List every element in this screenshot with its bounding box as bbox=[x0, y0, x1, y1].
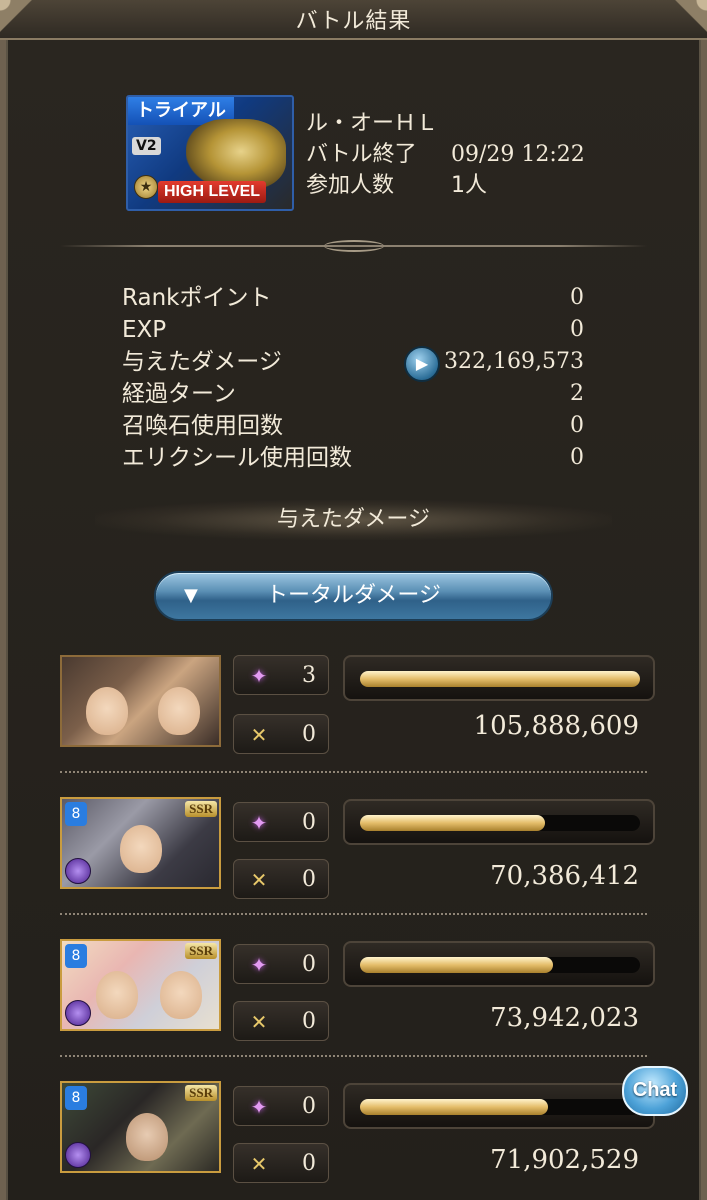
ougi-count: 0 bbox=[302, 1009, 316, 1034]
stat-row-elixir-uses: エリクシール使用回数 0 bbox=[122, 442, 584, 474]
damage-bar bbox=[343, 941, 655, 987]
character-portrait[interactable]: 8 SSR bbox=[60, 797, 221, 889]
ability-count: 0 bbox=[302, 810, 316, 835]
ability-count-box: ✦ 0 bbox=[233, 1086, 329, 1126]
stat-row-exp: EXP 0 bbox=[122, 314, 584, 346]
character-row: 8 SSR ✦ 0 ✕ 0 71,902,529 bbox=[60, 1081, 655, 1183]
stat-row-rank-points: Rankポイント 0 bbox=[122, 282, 584, 314]
ability-count: 0 bbox=[302, 952, 316, 977]
damage-bar-fill bbox=[360, 671, 640, 687]
ring-icon: 8 bbox=[65, 944, 87, 968]
version-tag: V2 bbox=[132, 137, 161, 155]
element-icon bbox=[65, 1000, 91, 1026]
row-divider bbox=[60, 1055, 647, 1057]
stat-label: 召喚石使用回数 bbox=[122, 413, 283, 439]
title-bar: バトル結果 bbox=[0, 0, 707, 40]
quest-info: ル・オーＨＬ バトル終了 09/29 12:22 参加人数 1人 bbox=[306, 108, 585, 201]
ability-count-box: ✦ 0 bbox=[233, 802, 329, 842]
character-portrait[interactable] bbox=[60, 655, 221, 747]
damage-bar bbox=[343, 655, 655, 701]
damage-bar-fill bbox=[360, 957, 554, 973]
play-icon[interactable]: ▶ bbox=[404, 346, 440, 382]
damage-bar-fill bbox=[360, 815, 545, 831]
ssr-badge: SSR bbox=[185, 943, 217, 959]
corner-ornament-right bbox=[667, 0, 707, 40]
ring-icon: 8 bbox=[65, 1086, 87, 1110]
participants-value: 1人 bbox=[451, 173, 487, 198]
character-damage: 73,942,023 bbox=[490, 1003, 639, 1033]
crossed-swords-icon: ✕ bbox=[250, 868, 268, 892]
crossed-swords-icon: ✕ bbox=[250, 1010, 268, 1034]
stat-label: エリクシール使用回数 bbox=[122, 445, 352, 471]
ssr-badge: SSR bbox=[185, 1085, 217, 1101]
stat-label: EXP bbox=[122, 317, 167, 343]
character-damage: 70,386,412 bbox=[490, 861, 639, 891]
ougi-count-box: ✕ 0 bbox=[233, 1143, 329, 1183]
divider bbox=[60, 240, 647, 252]
element-icon bbox=[65, 858, 91, 884]
quest-name: ル・オーＨＬ bbox=[306, 111, 439, 136]
sparkle-icon: ✦ bbox=[250, 811, 268, 835]
sparkle-icon: ✦ bbox=[250, 664, 268, 688]
ougi-count: 0 bbox=[302, 867, 316, 892]
character-damage: 71,902,529 bbox=[490, 1145, 639, 1175]
ring-icon: 8 bbox=[65, 802, 87, 826]
stat-row-summon-uses: 召喚石使用回数 0 bbox=[122, 410, 584, 442]
stat-label: 経過ターン bbox=[122, 381, 236, 407]
ougi-count-box: ✕ 0 bbox=[233, 714, 329, 754]
ability-count: 3 bbox=[302, 663, 316, 688]
battle-end-time: 09/29 12:22 bbox=[451, 142, 585, 167]
character-row: 8 SSR ✦ 0 ✕ 0 73,942,023 bbox=[60, 939, 655, 1041]
star-icon: ★ bbox=[134, 175, 158, 199]
stat-row-damage: 与えたダメージ ▶ 322,169,573 bbox=[122, 346, 584, 382]
damage-section-heading: 与えたダメージ bbox=[95, 500, 612, 540]
battle-stats: Rankポイント 0 EXP 0 与えたダメージ ▶ 322,169,573 経… bbox=[122, 282, 584, 474]
participants-label: 参加人数 bbox=[306, 173, 395, 198]
element-icon bbox=[65, 1142, 91, 1168]
corner-ornament-left bbox=[0, 0, 40, 40]
ability-count-box: ✦ 0 bbox=[233, 944, 329, 984]
sparkle-icon: ✦ bbox=[250, 953, 268, 977]
row-divider bbox=[60, 771, 647, 773]
stat-row-turns: 経過ターン 2 bbox=[122, 378, 584, 410]
stat-value: 0 bbox=[570, 445, 584, 470]
chat-button[interactable]: Chat bbox=[622, 1066, 688, 1116]
page-title: バトル結果 bbox=[295, 9, 412, 34]
character-damage: 105,888,609 bbox=[473, 711, 639, 741]
ougi-count: 0 bbox=[302, 722, 316, 747]
stat-value: 0 bbox=[570, 285, 584, 310]
battle-end-label: バトル終了 bbox=[306, 142, 417, 167]
stat-label: Rankポイント bbox=[122, 285, 272, 311]
character-portrait[interactable]: 8 SSR bbox=[60, 1081, 221, 1173]
character-portrait[interactable]: 8 SSR bbox=[60, 939, 221, 1031]
stat-value: 322,169,573 bbox=[444, 349, 584, 374]
crossed-swords-icon: ✕ bbox=[250, 1152, 268, 1176]
damage-bar-fill bbox=[360, 1099, 548, 1115]
sparkle-icon: ✦ bbox=[250, 1095, 268, 1119]
ability-count-box: ✦ 3 bbox=[233, 655, 329, 695]
total-damage-toggle-button[interactable]: ▼ トータルダメージ bbox=[154, 571, 553, 621]
stat-value: 0 bbox=[570, 413, 584, 438]
character-row: ✦ 3 ✕ 0 105,888,609 bbox=[60, 655, 655, 755]
stat-label: 与えたダメージ bbox=[122, 349, 282, 375]
triangle-down-icon: ▼ bbox=[184, 585, 198, 606]
character-row: 8 SSR ✦ 0 ✕ 0 70,386,412 bbox=[60, 797, 655, 899]
quest-banner: トライアル V2 ★ HIGH LEVEL bbox=[126, 95, 294, 211]
high-level-tag: HIGH LEVEL bbox=[158, 181, 267, 203]
stat-value: 2 bbox=[570, 381, 584, 406]
stat-value: 0 bbox=[570, 317, 584, 342]
total-damage-label: トータルダメージ bbox=[266, 583, 441, 608]
row-divider bbox=[60, 913, 647, 915]
damage-bar bbox=[343, 799, 655, 845]
crossed-swords-icon: ✕ bbox=[250, 723, 268, 747]
damage-bar bbox=[343, 1083, 655, 1129]
ougi-count-box: ✕ 0 bbox=[233, 1001, 329, 1041]
ssr-badge: SSR bbox=[185, 801, 217, 817]
ability-count: 0 bbox=[302, 1094, 316, 1119]
ougi-count: 0 bbox=[302, 1151, 316, 1176]
ougi-count-box: ✕ 0 bbox=[233, 859, 329, 899]
